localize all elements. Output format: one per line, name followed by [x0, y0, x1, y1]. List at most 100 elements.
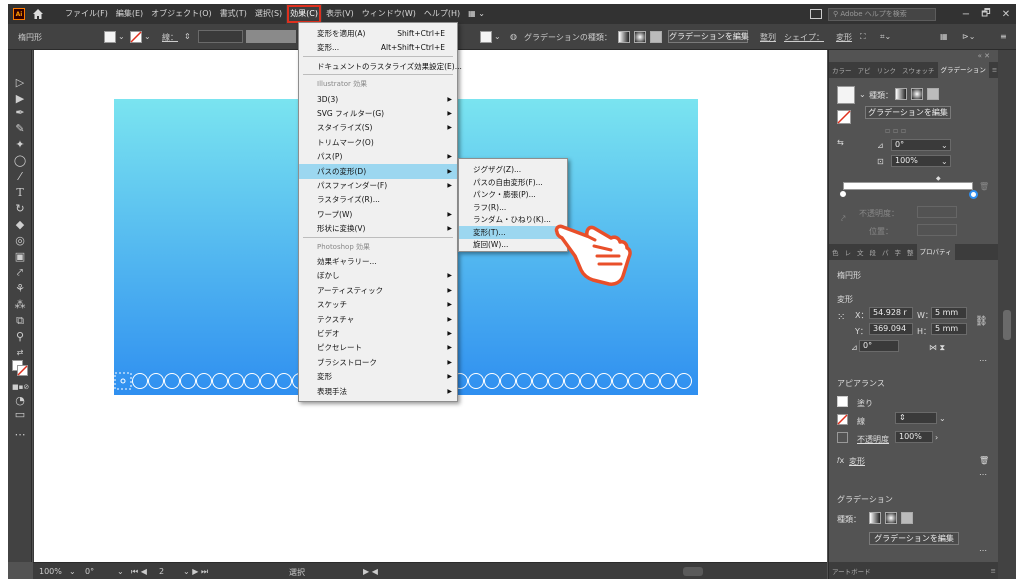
warp-icon[interactable]: ⌗⌄ — [880, 32, 891, 42]
effect-menu-item[interactable]: ぼかし ▶ — [299, 268, 457, 283]
gradient-more-icon[interactable]: ⋯ — [979, 546, 987, 555]
panel-scroll-thumb[interactable] — [1003, 310, 1011, 340]
circle-shape[interactable] — [676, 373, 692, 389]
effect-menu-item[interactable]: スケッチ ▶ — [299, 297, 457, 312]
effect-menu-item[interactable]: ビデオ ▶ — [299, 326, 457, 341]
circle-shape[interactable] — [260, 373, 276, 389]
midpoint-diamond[interactable]: ◆ — [936, 175, 941, 182]
opacity-icon[interactable] — [837, 432, 848, 443]
screen-mode-icon[interactable]: ▭ — [12, 408, 28, 422]
fill-dropdown-icon[interactable]: ⌄ — [118, 32, 125, 41]
transform-each-icon[interactable]: ⛶ — [860, 32, 866, 42]
fill-swatch[interactable] — [104, 31, 116, 43]
stop-location-field[interactable] — [917, 224, 957, 236]
circle-shape[interactable] — [580, 373, 596, 389]
effect-menu-item[interactable]: パス(P) ▶ — [299, 149, 457, 164]
tab-align[interactable]: 整 — [904, 247, 917, 257]
circle-shape[interactable] — [180, 373, 196, 389]
effect-menu-item[interactable]: スタイライズ(S) ▶ — [299, 120, 457, 135]
circle-shape[interactable] — [244, 373, 260, 389]
circle-shape[interactable] — [532, 373, 548, 389]
stroke-color-icon[interactable] — [17, 365, 28, 376]
effect-menu-item[interactable]: テクスチャ ▶ — [299, 312, 457, 327]
delete-stop-icon[interactable]: 🗑 — [979, 182, 989, 191]
direct-selection-tool-icon[interactable]: ▶ — [12, 92, 28, 106]
control-menu-icon[interactable]: ≡ — [1000, 32, 1007, 41]
menu-file[interactable]: ファイル(F) — [61, 4, 112, 24]
stroke-weight-stepper[interactable]: ⇕ — [184, 32, 191, 41]
circle-shape[interactable] — [628, 373, 644, 389]
tab-properties[interactable]: プロパティ — [916, 244, 955, 260]
circle-shape[interactable] — [548, 373, 564, 389]
menu-view[interactable]: 表示(V) — [322, 4, 358, 24]
horizontal-scrollbar[interactable] — [683, 567, 703, 576]
flip-icons[interactable]: ⋈ ⧗ — [929, 343, 945, 353]
props-edit-gradient-button[interactable]: グラデーションを編集 — [869, 532, 959, 545]
effect-menu-item[interactable]: ブラシストローク ▶ — [299, 355, 457, 370]
circle-shape[interactable] — [644, 373, 660, 389]
tab-appearance[interactable]: アピ — [855, 65, 874, 75]
align-link[interactable]: 整列 — [760, 32, 776, 43]
gradient-dropdown-icon[interactable]: ⌄ — [859, 90, 866, 99]
zoom-level[interactable]: 100% — [39, 567, 62, 576]
eraser-tool-icon[interactable]: ◆ — [12, 218, 28, 232]
panel-scrollbar[interactable] — [998, 50, 1016, 579]
tab-links[interactable]: リンク — [874, 65, 900, 75]
anchor-tool-icon[interactable]: ✦ — [12, 138, 28, 152]
menu-edit[interactable]: 編集(E) — [112, 4, 147, 24]
rotate-view-angle[interactable]: 0° — [85, 567, 94, 576]
recolor-icon[interactable]: ◍ — [510, 32, 517, 41]
effect-menu-item[interactable]: アーティスティック ▶ — [299, 283, 457, 298]
opacity-expand-icon[interactable]: › — [935, 433, 938, 442]
effect-menu-item[interactable]: ドキュメントのラスタライズ効果設定(E)... — [299, 59, 462, 74]
gradient-stop-left[interactable] — [839, 190, 847, 198]
stop-eyedropper-icon[interactable]: ⤤ — [841, 214, 846, 224]
edit-gradient-panel-button[interactable]: グラデーションを編集 — [865, 106, 951, 119]
menu-type[interactable]: 書式(T) — [216, 4, 251, 24]
ratio-dropdown-icon[interactable]: ⌄ — [941, 157, 948, 166]
effect-menu-item[interactable]: パスの変形(D) ▶ — [299, 163, 457, 179]
arrange-documents-icon[interactable] — [810, 9, 822, 19]
tab-artboards[interactable]: アートボード — [829, 566, 874, 576]
shape-link[interactable]: シェイプ： — [784, 32, 824, 43]
effect-menu-item[interactable]: パスファインダー(F) ▶ — [299, 178, 457, 193]
home-icon[interactable] — [31, 7, 45, 21]
circle-shape[interactable] — [660, 373, 676, 389]
circle-shape[interactable] — [612, 373, 628, 389]
type-tool-icon[interactable]: T — [12, 186, 28, 200]
effect-menu-item[interactable]: 変形... Alt+Shift+Ctrl+E — [299, 40, 457, 55]
panel-options-icon[interactable]: ⊳⌄ — [962, 32, 975, 41]
tab-glyphs[interactable]: 字 — [892, 247, 905, 257]
width-field[interactable]: 5 mm — [931, 307, 967, 319]
distort-menu-item[interactable]: ランダム・ひねり(K)... — [459, 213, 567, 226]
circle-shape[interactable] — [596, 373, 612, 389]
radial-type-icon[interactable] — [911, 88, 923, 100]
tab-paragraph[interactable]: 段 — [867, 247, 880, 257]
props-radial-icon[interactable] — [885, 512, 897, 524]
tab-gradient[interactable]: グラデーション — [937, 62, 989, 78]
gradient-swatch[interactable] — [480, 31, 492, 43]
distort-menu-item[interactable]: パスの自由変形(F)... — [459, 176, 567, 189]
effect-menu-item[interactable]: 表現手法 ▶ — [299, 384, 457, 399]
effect-menu-item[interactable]: 形状に変換(V) ▶ — [299, 221, 457, 236]
freeform-type-icon[interactable] — [927, 88, 939, 100]
status-play-icon[interactable]: ▶ ◀ — [363, 567, 378, 576]
tab-color-guide[interactable]: 色 — [829, 247, 842, 257]
artboard-number[interactable]: 2 — [159, 567, 164, 576]
circle-shape[interactable] — [120, 378, 126, 384]
fx-icon[interactable]: 𝑓x — [837, 456, 844, 466]
zoom-tool-icon[interactable]: ⚲ — [12, 330, 28, 344]
rotate-field[interactable]: 0° — [859, 340, 899, 352]
edit-toolbar-icon[interactable]: ⋯ — [12, 428, 28, 442]
stroke-dropdown-icon[interactable]: ⌄ — [144, 32, 151, 41]
stroke-weight-field[interactable] — [198, 30, 243, 43]
rotate-tool-icon[interactable]: ↻ — [12, 202, 28, 216]
paintbrush-tool-icon[interactable]: ⁄ — [12, 170, 28, 184]
artboard-tool-icon[interactable]: ⧉ — [12, 314, 28, 328]
distort-menu-item[interactable]: 旋回(W)... — [459, 238, 567, 251]
rotate-dropdown-icon[interactable]: ⌄ — [117, 567, 124, 576]
collapse-panels-icon[interactable]: « ✕ — [978, 52, 990, 60]
transform-more-icon[interactable]: ⋯ — [979, 356, 987, 365]
stroke-weight-dropdown[interactable]: ⌄ — [939, 414, 946, 423]
gradient-stop-right[interactable] — [969, 190, 978, 199]
